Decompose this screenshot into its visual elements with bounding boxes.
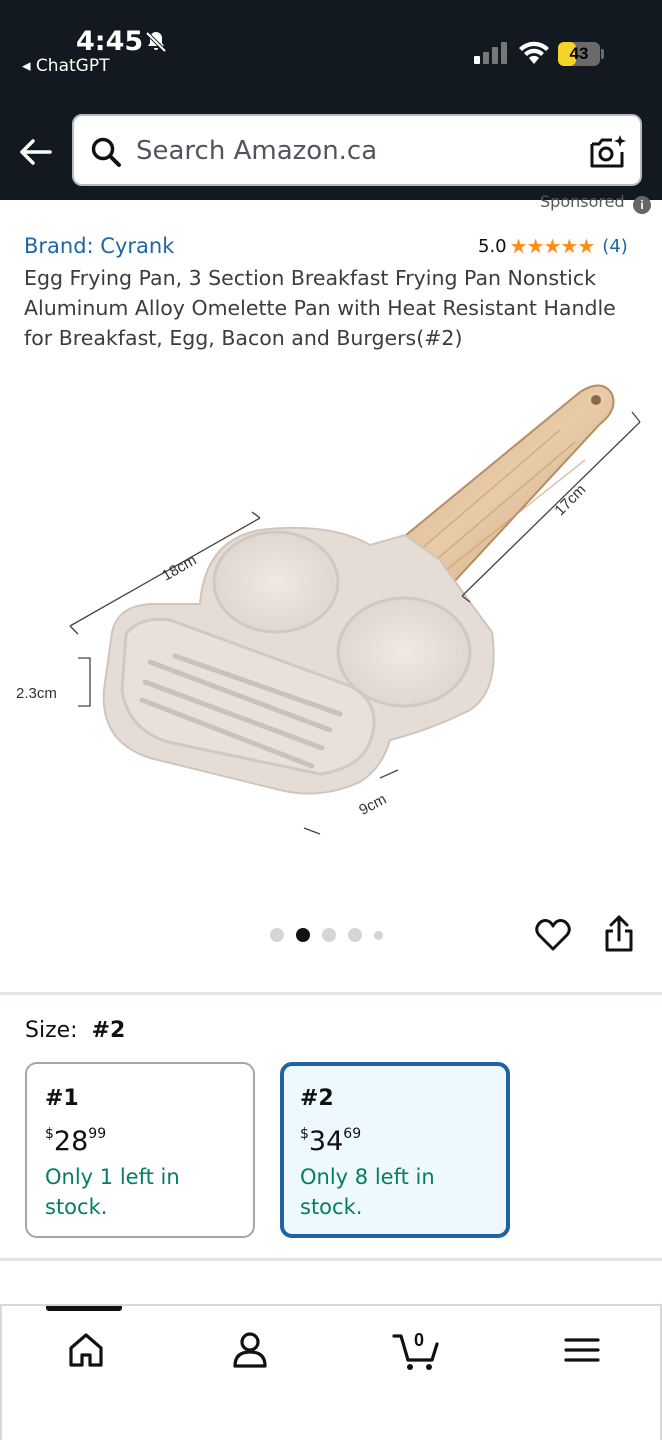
- search-bar[interactable]: [72, 114, 642, 186]
- image-carousel-dots[interactable]: [270, 928, 395, 942]
- sponsored-label: Sponsored: [540, 192, 625, 211]
- size-option-price: $2899: [45, 1126, 106, 1157]
- brand-link[interactable]: Brand: Cyrank: [24, 234, 174, 258]
- home-icon[interactable]: [64, 1328, 108, 1372]
- signal-icon: [474, 42, 507, 64]
- size-option-stock: Only 8 left in stock.: [300, 1165, 435, 1219]
- product-title: Egg Frying Pan, 3 Section Breakfast Fryi…: [24, 266, 616, 350]
- dimension-9cm: 9cm: [356, 791, 389, 819]
- rating-summary[interactable]: 5.0 ★★★★★ (4): [478, 234, 628, 258]
- back-to-app-link[interactable]: ◂ ChatGPT: [22, 56, 109, 76]
- size-option-1[interactable]: #1 $2899 Only 1 left in stock.: [25, 1062, 255, 1238]
- cart-count: 0: [414, 1330, 424, 1350]
- battery-indicator: 43: [558, 42, 600, 66]
- size-label-text: Size:: [25, 1018, 78, 1043]
- star-rating: ★★★★★: [509, 234, 596, 258]
- size-option-price: $3469: [300, 1126, 361, 1157]
- menu-icon[interactable]: [560, 1328, 604, 1372]
- carousel-dot[interactable]: [270, 928, 284, 942]
- header: 4:45 ◂ ChatGPT 43: [0, 0, 662, 200]
- carousel-dot-active[interactable]: [296, 928, 310, 942]
- bottom-nav: 0: [0, 1304, 662, 1440]
- size-selected-value: #2: [91, 1018, 126, 1043]
- camera-search-icon[interactable]: [588, 132, 628, 172]
- heart-icon[interactable]: [534, 916, 572, 954]
- back-arrow-icon[interactable]: [18, 134, 54, 170]
- dimension-17cm: 17cm: [551, 481, 589, 519]
- carousel-dot[interactable]: [322, 928, 336, 942]
- share-icon[interactable]: [602, 914, 636, 954]
- bell-muted-icon: [145, 31, 167, 53]
- price-currency: $: [45, 1126, 54, 1142]
- active-tab-indicator: [46, 1306, 122, 1311]
- wifi-icon: [519, 41, 549, 64]
- price-fraction: 69: [343, 1126, 362, 1142]
- carousel-dot[interactable]: [374, 930, 383, 940]
- price-whole: 34: [308, 1126, 344, 1157]
- size-option-name: #1: [45, 1086, 79, 1111]
- section-divider: [0, 992, 662, 995]
- carousel-dot[interactable]: [348, 928, 362, 942]
- rating-count[interactable]: (4): [602, 236, 628, 257]
- size-label: Size: #2: [25, 1018, 125, 1043]
- price-fraction: 99: [88, 1126, 107, 1142]
- size-option-2[interactable]: #2 $3469 Only 8 left in stock.: [280, 1062, 510, 1238]
- cart-icon[interactable]: 0: [392, 1328, 442, 1372]
- size-option-stock: Only 1 left in stock.: [45, 1165, 180, 1219]
- battery-cap: [601, 49, 604, 59]
- info-icon[interactable]: i: [633, 196, 651, 214]
- price-whole: 28: [53, 1126, 89, 1157]
- rating-value: 5.0: [478, 235, 507, 257]
- dimension-18cm: 18cm: [159, 552, 199, 585]
- price-currency: $: [300, 1126, 309, 1142]
- section-divider: [0, 1258, 662, 1261]
- search-icon: [91, 137, 121, 167]
- size-option-name: #2: [300, 1086, 334, 1111]
- search-input[interactable]: [136, 132, 556, 170]
- battery-text: 43: [569, 44, 589, 63]
- product-image[interactable]: 18cm 17cm 2.3cm 9cm: [0, 370, 662, 850]
- account-icon[interactable]: [228, 1328, 272, 1372]
- status-time: 4:45: [76, 26, 144, 57]
- dimension-2-3cm: 2.3cm: [16, 685, 57, 702]
